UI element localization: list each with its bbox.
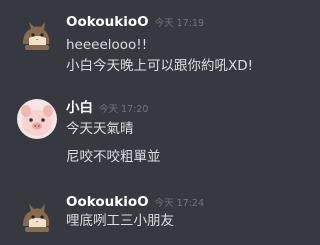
- timestamp: 今天 17:19: [154, 18, 205, 29]
- message-text: 小白今天晚上可以跟你約吼XD!: [66, 58, 254, 74]
- message-header: 小白 今天 17:20: [66, 98, 148, 119]
- chat-messages: OokoukioO 今天 17:19 heeeelooo!! 小白今天晚上可以跟你…: [0, 0, 297, 245]
- pig-avatar-icon[interactable]: [17, 99, 57, 139]
- furret-avatar-icon[interactable]: [17, 14, 57, 54]
- furret-avatar-icon[interactable]: [17, 196, 57, 236]
- timestamp: 今天 17:24: [154, 198, 205, 209]
- message-text: heeeelooo!!: [66, 37, 148, 53]
- username[interactable]: OokoukioO: [66, 14, 149, 30]
- username[interactable]: OokoukioO: [66, 194, 149, 210]
- message-header: OokoukioO 今天 17:24: [66, 192, 204, 213]
- message-header: OokoukioO 今天 17:19: [66, 12, 204, 33]
- message-text: 尼咬不咬粗單並: [66, 149, 161, 165]
- message-text: 今天天氣晴: [66, 121, 134, 137]
- username[interactable]: 小白: [66, 100, 93, 116]
- message-text: 哩底咧工三小朋友: [66, 213, 174, 229]
- timestamp: 今天 17:20: [99, 104, 149, 115]
